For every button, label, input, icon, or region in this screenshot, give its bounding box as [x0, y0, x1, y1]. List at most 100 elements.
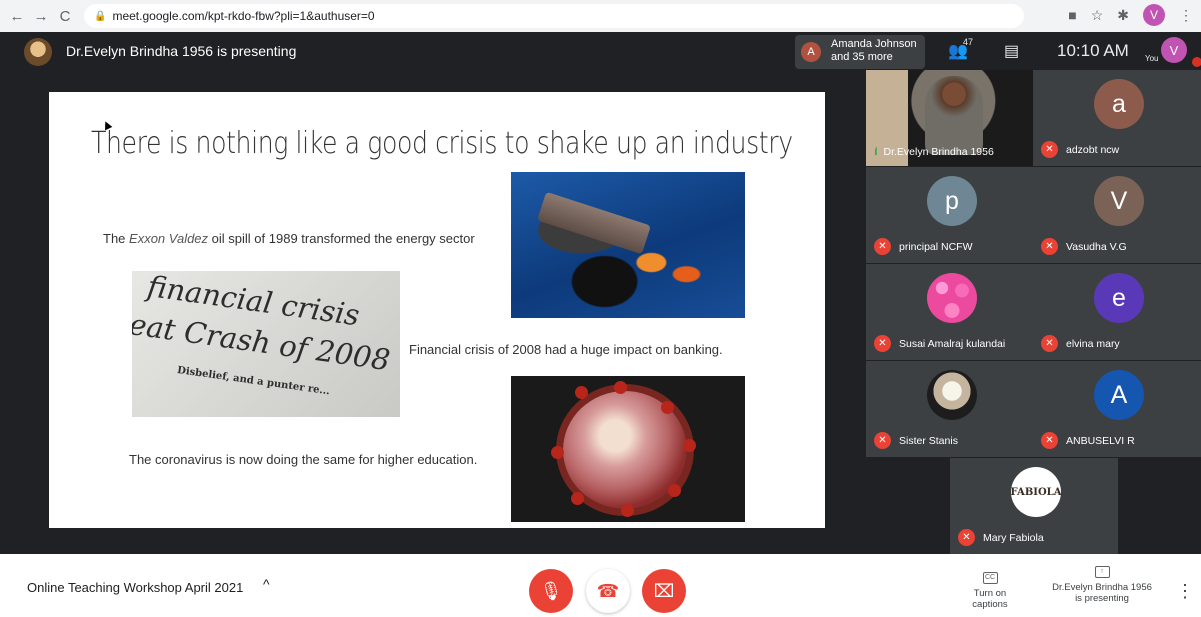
participant-label: ✕ Susai Amalraj kulandai	[874, 335, 1005, 352]
participant-label: ✕ elvina mary	[1041, 335, 1120, 352]
participant-label: ✕ Vasudha V.G	[1041, 238, 1127, 255]
extensions-icon[interactable]: ✱	[1117, 7, 1129, 24]
forward-icon[interactable]: →	[30, 5, 52, 27]
microphone-off-button[interactable]: 🎙	[529, 569, 573, 613]
camera-icon[interactable]: ■	[1068, 7, 1076, 23]
participant-count: 47	[963, 37, 974, 47]
browser-menu-icon[interactable]: ⋮	[1179, 7, 1193, 24]
attendee-summary-text: Amanda Johnson and 35 more	[831, 38, 917, 63]
presenter-avatar	[24, 38, 52, 66]
phone-icon: ☎	[596, 580, 620, 601]
leave-call-button[interactable]: ☎	[586, 569, 630, 613]
participant-avatar: e	[1094, 273, 1144, 323]
mic-off-icon: ✕	[958, 529, 975, 546]
exxon-italic: Exxon Valdez	[129, 231, 209, 246]
more-options-icon[interactable]: ⋮	[1176, 581, 1194, 602]
newspaper-subhead: Disbelief, and a punter re...	[176, 365, 331, 398]
camera-off-icon: ⌧	[653, 580, 675, 601]
participant-name: elvina mary	[1066, 337, 1120, 350]
presentation-icon: ↑	[1094, 566, 1110, 578]
participant-name: ANBUSELVI R	[1066, 434, 1135, 447]
fabiola-logo-avatar: FABIOLA	[1011, 467, 1061, 517]
attendee-avatar: A	[801, 42, 821, 62]
mic-off-icon: ✕	[874, 432, 891, 449]
captions-button[interactable]: CC Turn on captions	[956, 572, 1024, 610]
browser-profile-avatar[interactable]: V	[1143, 4, 1165, 26]
present-label-line-1: Dr.Evelyn Brindha 1956	[1052, 582, 1152, 593]
participant-avatar: V	[1094, 176, 1144, 226]
participant-name: Mary Fabiola	[983, 531, 1044, 544]
participant-avatar: A	[1094, 370, 1144, 420]
participant-tile-sister-stanis[interactable]: ✕ Sister Stanis	[866, 361, 1034, 457]
participant-tile-mary-fabiola[interactable]: FABIOLA ✕ Mary Fabiola	[950, 458, 1118, 554]
browser-nav-controls: ← → C	[6, 5, 76, 27]
participant-tile-adzobt-ncw[interactable]: a ✕ adzobt ncw	[1033, 70, 1201, 166]
tanker-ship	[537, 191, 651, 255]
mic-off-icon: ✕	[1041, 335, 1058, 352]
back-icon[interactable]: ←	[6, 5, 28, 27]
slide-title: There is nothing like a good crisis to s…	[91, 126, 793, 161]
virus-spike	[683, 439, 696, 452]
participant-tile-vasudha-vg[interactable]: V ✕ Vasudha V.G	[1033, 167, 1201, 263]
reload-icon[interactable]: C	[54, 5, 76, 27]
participant-avatar: p	[927, 176, 977, 226]
self-avatar[interactable]: V	[1161, 37, 1187, 63]
presentation-slide: There is nothing like a good crisis to s…	[49, 92, 825, 528]
participant-tile-elvina-mary[interactable]: e ✕ elvina mary	[1033, 264, 1201, 360]
meet-stage: Dr.Evelyn Brindha 1956 is presenting A A…	[0, 32, 1201, 554]
exxon-prefix: The	[103, 231, 126, 246]
participant-label: ✕ principal NCFW	[874, 238, 973, 255]
notification-dot	[1192, 57, 1201, 67]
present-now-button[interactable]: ↑ Dr.Evelyn Brindha 1956 is presenting	[1046, 566, 1158, 604]
virus-spike	[661, 401, 674, 414]
browser-toolbar: ← → C 🔒 meet.google.com/kpt-rkdo-fbw?pli…	[0, 0, 1201, 32]
virus-spike	[551, 446, 564, 459]
present-label-line-2: is presenting	[1075, 593, 1129, 604]
participant-label: ✕ ANBUSELVI R	[1041, 432, 1135, 449]
attendee-summary[interactable]: A Amanda Johnson and 35 more	[795, 35, 925, 69]
participant-label: ✕ Mary Fabiola	[958, 529, 1044, 546]
participant-label: ✕ adzobt ncw	[1041, 141, 1119, 158]
camera-off-button[interactable]: ⌧	[642, 569, 686, 613]
chat-icon[interactable]: ▤	[1004, 41, 1019, 61]
participant-name: Susai Amalraj kulandai	[899, 337, 1006, 350]
participant-name: Dr.Evelyn Brindha 1956	[883, 146, 994, 158]
oil-spill-image	[511, 172, 745, 318]
virus-spike	[668, 484, 681, 497]
mic-off-icon: ✕	[1041, 141, 1058, 158]
virus-spike	[621, 504, 634, 517]
participant-name: principal NCFW	[899, 240, 973, 253]
browser-actions: ■ ☆ ✱ V ⋮	[1068, 4, 1193, 26]
coronavirus-image	[511, 376, 745, 522]
chevron-up-icon[interactable]: ^	[263, 576, 270, 592]
you-label: You	[1145, 54, 1159, 63]
photo-avatar	[927, 370, 977, 420]
participant-tile-anbuselvi-r[interactable]: A ✕ ANBUSELVI R	[1033, 361, 1201, 457]
participant-name: Sister Stanis	[899, 434, 958, 447]
captions-label: Turn on captions	[972, 588, 1008, 610]
speaking-icon: ıl	[874, 146, 877, 158]
financial-crisis-text: Financial crisis of 2008 had a huge impa…	[409, 342, 723, 357]
meet-topbar: Dr.Evelyn Brindha 1956 is presenting A A…	[0, 32, 1201, 70]
participant-label: ıl Dr.Evelyn Brindha 1956	[874, 146, 994, 158]
star-icon[interactable]: ☆	[1091, 7, 1104, 24]
flower-avatar	[927, 273, 977, 323]
financial-crisis-newspaper-image: financial crisis eat Crash of 2008 Disbe…	[132, 271, 400, 417]
participant-tile-susai-amalraj-kulandai[interactable]: ✕ Susai Amalraj kulandai	[866, 264, 1034, 360]
meet-bottom-bar: Online Teaching Workshop April 2021 ^ 🎙 …	[0, 554, 1201, 617]
address-bar[interactable]: 🔒 meet.google.com/kpt-rkdo-fbw?pli=1&aut…	[84, 4, 1024, 28]
participant-grid: ıl Dr.Evelyn Brindha 1956 a ✕ adzobt ncw…	[866, 70, 1201, 554]
virus-spike	[571, 492, 584, 505]
coronavirus-text: The coronavirus is now doing the same fo…	[129, 452, 478, 467]
virus-spike	[614, 381, 627, 394]
meeting-title[interactable]: Online Teaching Workshop April 2021	[27, 580, 243, 595]
url-text: meet.google.com/kpt-rkdo-fbw?pli=1&authu…	[112, 9, 375, 23]
participant-tile-dr-evelyn-brindha[interactable]: ıl Dr.Evelyn Brindha 1956	[866, 70, 1034, 166]
lock-icon: 🔒	[94, 10, 107, 22]
participant-name: adzobt ncw	[1066, 143, 1120, 156]
captions-icon: CC	[982, 572, 998, 584]
exxon-valdez-text: The Exxon Valdez oil spill of 1989 trans…	[103, 231, 475, 246]
microphone-off-icon: 🎙	[539, 580, 563, 601]
participant-avatar: a	[1094, 79, 1144, 129]
participant-tile-principal-ncfw[interactable]: p ✕ principal NCFW	[866, 167, 1034, 263]
